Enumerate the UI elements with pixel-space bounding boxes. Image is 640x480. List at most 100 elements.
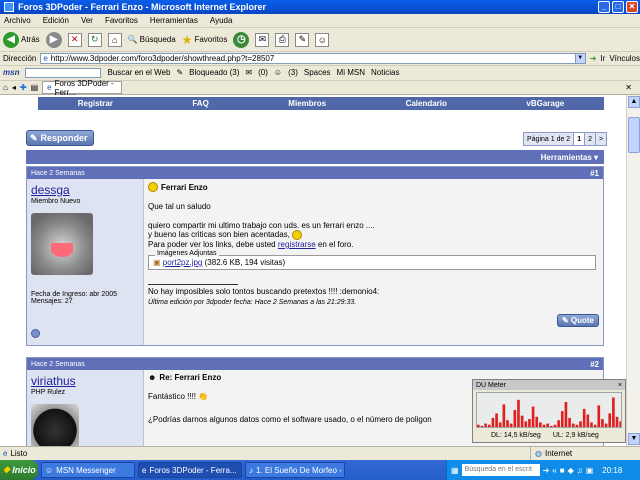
search-icon: 🔍 xyxy=(127,35,138,44)
msn-search-web-button[interactable]: Buscar en el Web xyxy=(107,68,170,77)
post-1-rank: Miembro Nuevo xyxy=(31,198,81,205)
du-meter-bar xyxy=(487,424,491,427)
forward-button[interactable]: ▶ xyxy=(45,31,62,48)
nav-registrar[interactable]: Registrar xyxy=(78,99,113,108)
new-tab-icon[interactable]: ✚ xyxy=(20,83,27,92)
menu-favoritos[interactable]: Favoritos xyxy=(105,16,138,25)
tray-volume-icon[interactable]: ♫ xyxy=(577,466,583,475)
desktop-search-icon: ▦ xyxy=(451,465,459,475)
msn-spaces-button[interactable]: Spaces xyxy=(304,68,331,77)
stop-button[interactable]: ✕ xyxy=(67,32,82,47)
favorites-button[interactable]: ★ Favoritos xyxy=(182,33,228,47)
task-msn-messenger[interactable]: ☺ MSN Messenger xyxy=(41,462,135,478)
attachment-link[interactable]: port2pz.jpg xyxy=(163,258,203,267)
maximize-button[interactable]: □ xyxy=(612,1,624,13)
post-2-username[interactable]: viriathus xyxy=(31,374,139,388)
menu-archivo[interactable]: Archivo xyxy=(4,16,31,25)
msn-search-input[interactable] xyxy=(25,67,102,78)
post-1-number[interactable]: #1 xyxy=(590,169,599,178)
back-arrow-icon: ◀ xyxy=(3,31,19,48)
msn-mail-count[interactable]: (0) xyxy=(258,68,268,77)
window-titlebar[interactable]: Foros 3DPoder - Ferrari Enzo - Microsoft… xyxy=(0,0,640,14)
links-button[interactable]: Vínculos xyxy=(609,54,640,63)
register-link[interactable]: registrarse xyxy=(278,240,316,249)
highlight-icon[interactable]: ✎ xyxy=(176,68,183,77)
du-meter-window[interactable]: DU Meter × DL: 14,5 kB/seg UL: 2,9 kB/se… xyxy=(472,379,626,443)
menu-ayuda[interactable]: Ayuda xyxy=(210,16,233,25)
msn-mymsn-button[interactable]: Mi MSN xyxy=(337,68,365,77)
scroll-thumb[interactable] xyxy=(628,117,640,153)
search-label: Búsqueda xyxy=(139,35,176,44)
du-meter-bar xyxy=(579,421,582,427)
tray-network-icon[interactable]: ▣ xyxy=(586,466,594,475)
thread-tools-menu[interactable]: Herramientas ▾ xyxy=(541,153,598,162)
msn-logo[interactable]: msn xyxy=(3,68,19,77)
du-meter-bar xyxy=(480,425,484,427)
post-1-joined: Fecha de Ingreso: abr 2005 xyxy=(31,291,118,298)
msn-people-icon[interactable]: ☺ xyxy=(274,68,282,77)
go-button[interactable]: Ir xyxy=(600,54,605,63)
back-button[interactable]: ◀ Atrás xyxy=(3,31,40,48)
reply-button[interactable]: ✎ Responder xyxy=(26,130,94,146)
ie-icon: e xyxy=(142,465,147,475)
home-button[interactable]: ⌂ xyxy=(107,32,122,47)
du-meter-close-icon[interactable]: × xyxy=(618,382,622,389)
tab-close-icon[interactable]: ✕ xyxy=(625,83,632,92)
scroll-down-button[interactable]: ▼ xyxy=(628,433,640,445)
nav-calendario[interactable]: Calendario xyxy=(406,99,447,108)
quote-button[interactable]: ✎ Quote xyxy=(556,314,599,327)
msn-mail-icon[interactable]: ✉ xyxy=(245,68,252,77)
minimize-button[interactable]: _ xyxy=(598,1,610,13)
du-meter-bar xyxy=(513,410,517,427)
page-1-link[interactable]: 1 xyxy=(574,133,586,145)
address-input[interactable]: e http://www.3dpoder.com/foro3dpoder/sho… xyxy=(40,53,586,64)
nav-miembros[interactable]: Miembros xyxy=(288,99,326,108)
tab-foros[interactable]: e Foros 3DPoder - Ferr... xyxy=(42,79,123,97)
nav-faq[interactable]: FAQ xyxy=(192,99,208,108)
print-button[interactable]: ⎙ xyxy=(275,32,290,47)
menu-edicion[interactable]: Edición xyxy=(43,16,69,25)
avatar xyxy=(31,213,93,275)
messenger-button[interactable]: ☺ xyxy=(315,32,330,47)
refresh-button[interactable]: ↻ xyxy=(87,32,102,47)
menu-ver[interactable]: Ver xyxy=(81,16,93,25)
page-2-link[interactable]: 2 xyxy=(585,133,597,145)
menu-herramientas[interactable]: Herramientas xyxy=(150,16,198,25)
pagination: Página 1 de 2 1 2 > xyxy=(523,132,608,146)
tab-back-icon[interactable]: ◂ xyxy=(12,83,16,92)
clock[interactable]: 20:18 xyxy=(602,466,622,475)
edit-button[interactable]: ✎ xyxy=(295,32,310,47)
post-1-edited: Última edición por 3dpoder fecha: Hace 2… xyxy=(148,299,357,306)
du-meter-bar xyxy=(506,420,509,427)
start-button[interactable]: ❖ Inicio xyxy=(0,460,38,480)
tray-expand-icon[interactable]: « xyxy=(552,466,556,475)
post-2-number[interactable]: #2 xyxy=(590,360,599,369)
tab-home-icon[interactable]: ⌂ xyxy=(3,83,8,92)
tray-icon-1[interactable]: ■ xyxy=(560,466,565,475)
desktop-search-input[interactable]: Búsqueda en el escrit xyxy=(461,464,540,476)
history-button[interactable]: ◷ xyxy=(233,31,250,48)
post-1-line: y bueno las criticas son bien acentadas, xyxy=(148,230,599,240)
close-button[interactable]: ✕ xyxy=(626,1,638,13)
tray-icon-2[interactable]: ◆ xyxy=(568,466,574,475)
post-1-username[interactable]: dessga xyxy=(31,183,139,197)
tab-menu-icon[interactable]: ▤ xyxy=(31,83,39,92)
vertical-scrollbar[interactable]: ▲ ▼ xyxy=(626,95,640,446)
search-go-icon[interactable]: ➜ xyxy=(543,466,550,475)
msn-news-button[interactable]: Noticias xyxy=(371,68,399,77)
next-page-link[interactable]: > xyxy=(596,133,607,145)
task-winamp[interactable]: ♪ 1. El Sueño De Morfeo - ... xyxy=(245,462,345,478)
links-prefix: Para poder ver los links, debe usted xyxy=(148,240,276,249)
mail-button[interactable]: ✉ xyxy=(255,32,270,47)
nav-vbgarage[interactable]: vBGarage xyxy=(526,99,564,108)
msn-contacts-count[interactable]: (3) xyxy=(288,68,298,77)
task-ie-foros[interactable]: e Foros 3DPoder - Ferra... xyxy=(138,462,242,478)
search-button[interactable]: 🔍 Búsqueda xyxy=(128,35,176,44)
scroll-up-button[interactable]: ▲ xyxy=(628,96,640,108)
post-1-header: Hace 2 Semanas #1 xyxy=(27,167,603,179)
address-dropdown[interactable]: ▼ xyxy=(574,54,585,63)
du-meter-titlebar[interactable]: DU Meter × xyxy=(473,380,625,390)
popup-blocked-button[interactable]: Bloqueado (3) xyxy=(189,68,239,77)
go-arrow-icon: ➜ xyxy=(589,54,597,63)
du-meter-bar xyxy=(542,424,546,427)
